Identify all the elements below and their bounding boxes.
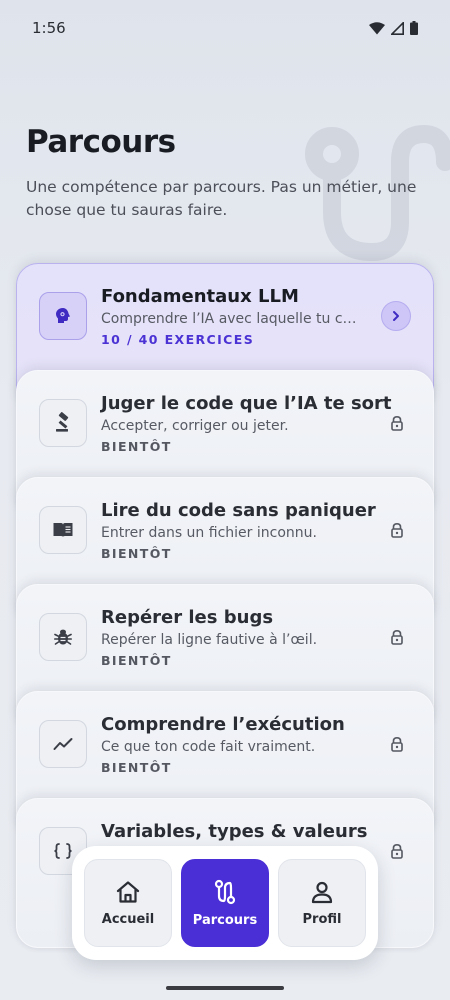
course-icon-container — [39, 613, 87, 661]
lock-icon — [391, 415, 403, 431]
lock-icon — [391, 629, 403, 645]
brain-gear-icon — [56, 308, 70, 323]
course-icon-container — [39, 292, 87, 340]
status-time: 1:56 — [32, 19, 66, 37]
open-course-button[interactable] — [381, 301, 411, 331]
course-description: Ce que ton code fait vraiment. — [101, 739, 316, 755]
lock-icon — [391, 736, 403, 752]
nav-home-label: Accueil — [101, 911, 155, 927]
bottom-navigation: Accueil Parcours Profil — [72, 846, 378, 960]
course-title: Repérer les bugs — [101, 607, 274, 628]
course-icon-container — [39, 399, 87, 447]
page-title: Parcours — [26, 124, 176, 160]
course-icon-container — [39, 720, 87, 768]
course-description: Comprendre l’IA avec laquelle tu c… — [101, 311, 357, 327]
page-subtitle: Une compétence par parcours. Pas un méti… — [26, 178, 417, 219]
course-title: Comprendre l’exécution — [101, 714, 345, 735]
chevron-right-icon — [393, 311, 399, 321]
course-icon-container — [39, 506, 87, 554]
lock-icon — [391, 843, 403, 859]
signal-icon — [391, 21, 404, 35]
bug-icon — [53, 629, 73, 645]
course-status: BIENTÔT — [101, 439, 172, 454]
course-progress: 10 / 40 EXERCICES — [101, 332, 255, 347]
course-status: BIENTÔT — [101, 653, 172, 668]
gavel-icon — [56, 412, 69, 432]
braces-icon — [54, 843, 72, 859]
nav-profile-label: Profil — [302, 911, 342, 927]
nav-profile-button[interactable]: Profil — [278, 859, 366, 947]
trend-line-icon — [53, 738, 73, 750]
status-icons — [369, 21, 418, 35]
profile-icon — [311, 881, 333, 903]
course-title: Lire du code sans paniquer — [101, 500, 376, 521]
course-description: Repérer la ligne fautive à l’œil. — [101, 632, 318, 648]
home-indicator[interactable] — [166, 986, 284, 990]
nav-courses-label: Parcours — [192, 912, 258, 928]
battery-icon — [410, 21, 418, 35]
nav-courses-button[interactable]: Parcours — [181, 859, 269, 947]
status-bar: 1:56 — [0, 0, 450, 56]
route-icon — [214, 879, 236, 904]
course-description: Entrer dans un fichier inconnu. — [101, 525, 317, 541]
course-status: BIENTÔT — [101, 546, 172, 561]
course-description: Accepter, corriger ou jeter. — [101, 418, 289, 434]
lock-icon — [391, 522, 403, 538]
course-title: Variables, types & valeurs — [101, 821, 368, 842]
home-icon — [116, 880, 140, 903]
book-icon — [53, 523, 73, 537]
nav-home-button[interactable]: Accueil — [84, 859, 172, 947]
course-status: BIENTÔT — [101, 760, 172, 775]
course-title: Juger le code que l’IA te sort — [101, 393, 392, 414]
wifi-icon — [369, 21, 385, 34]
course-title: Fondamentaux LLM — [101, 286, 299, 307]
